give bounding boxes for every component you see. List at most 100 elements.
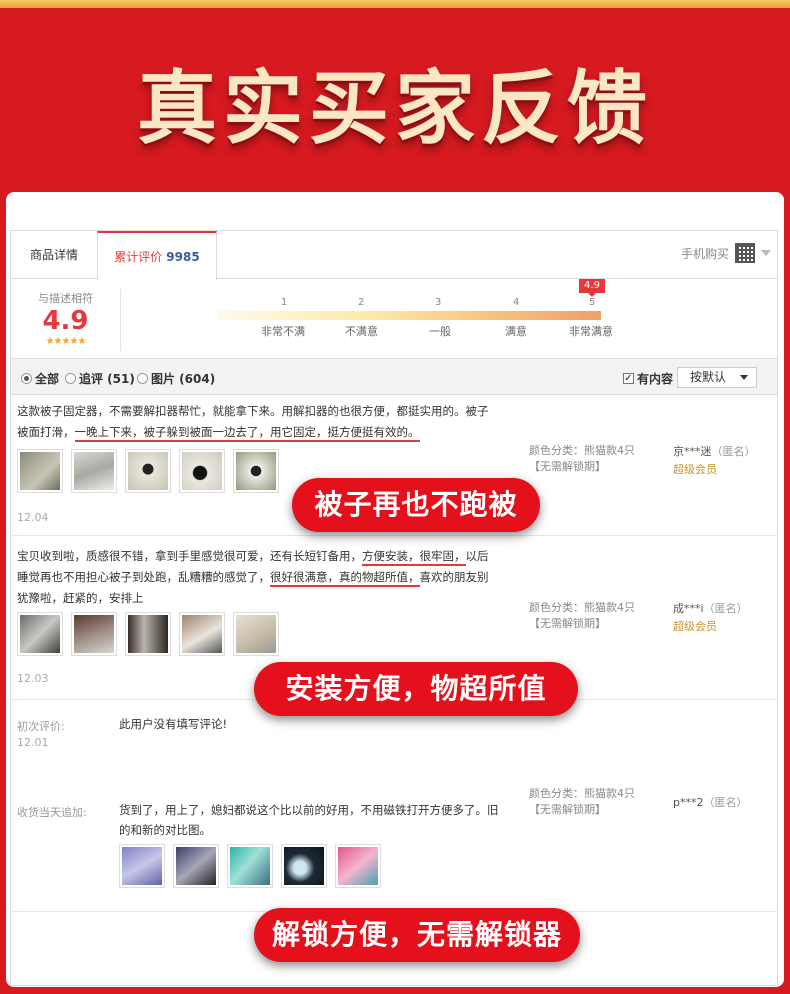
initial-review-text: 此用户没有填写评论! (119, 717, 228, 731)
sku-color: 颜色分类：熊猫款4只 (529, 601, 635, 614)
mobile-buy-link[interactable]: 手机购买 (681, 243, 771, 263)
sku-lock: 【无需解锁期】 (529, 460, 606, 473)
score-marker: 4.9 (579, 279, 605, 297)
reviewer-name: 成***i (673, 602, 704, 615)
followup-text: 货到了，用上了，媳妇都说这个比以前的好用，不用磁铁打开方便多了。旧的和新的对比图… (119, 803, 499, 837)
filter-has-content-label: 有内容 (637, 372, 674, 386)
tab-product-detail[interactable]: 商品详情 (11, 231, 97, 279)
review-sku-meta: 颜色分类：熊猫款4只 【无需解锁期】 (529, 443, 635, 475)
reviewer-info: 京***迷（匿名） 超级会员 (673, 443, 756, 479)
filter-images-label: 图片 (604) (151, 372, 216, 386)
tab-bar: 商品详情 累计评价 9985 手机购买 (11, 231, 777, 280)
rating-caption: 与描述相符 (38, 292, 93, 305)
review-photo-thumb[interactable] (119, 844, 165, 888)
review-item: 初次评价: 此用户没有填写评论! 12.01 收货当天追加: 货到了，用上了，媳… (11, 700, 777, 912)
filter-all-label: 全部 (35, 372, 60, 386)
scale-number-3: 3 (435, 297, 442, 308)
sku-color: 颜色分类：熊猫款4只 (529, 444, 635, 457)
sku-lock: 【无需解锁期】 (529, 803, 606, 816)
rating-scale-bar (217, 311, 601, 320)
review-photo-thumb[interactable] (17, 449, 63, 493)
rating-summary: 与描述相符 4.9 ★★★★★ 4.9 1 2 3 4 5 非常不满 不满意 一… (11, 279, 777, 359)
callout-pill: 被子再也不跑被 (292, 478, 540, 532)
scale-label-2: 不满意 (345, 325, 378, 338)
reviewer-anonymous: （匿名） (711, 445, 756, 458)
reviewer-anonymous: （匿名） (703, 796, 748, 809)
review-photo-thumb[interactable] (233, 449, 279, 493)
review-photo-thumb[interactable] (173, 844, 219, 888)
filter-has-content[interactable]: ✓ 有内容 (623, 370, 673, 387)
scale-label-1: 非常不满 (261, 325, 305, 338)
radio-icon (137, 373, 148, 384)
callout-pill: 解锁方便，无需解锁器 (254, 908, 580, 962)
scale-number-5: 5 (589, 297, 596, 308)
filter-followup[interactable]: 追评 (51) (65, 370, 135, 387)
banner-title: 真实买家反馈 (137, 62, 653, 155)
star-rating-icon: ★★★★★ (45, 336, 87, 347)
reviewer-level: 超级会员 (673, 620, 717, 633)
review-photo-thumb[interactable] (125, 612, 171, 656)
sort-select[interactable]: 按默认 (677, 367, 757, 388)
review-text-part: 宝贝收到啦，质感很不错，拿到手里感觉很可爱，还有长短钉备用， (17, 549, 362, 563)
scale-number-2: 2 (358, 297, 365, 308)
qr-code-icon (735, 243, 755, 263)
reviewer-info: 成***i（匿名） 超级会员 (673, 600, 748, 636)
review-photo-thumb[interactable] (179, 449, 225, 493)
chevron-down-icon (740, 375, 748, 380)
tab-reviews-label: 累计评价 (114, 250, 163, 264)
review-date: 12.03 (17, 672, 49, 685)
review-photo-thumb[interactable] (179, 612, 225, 656)
filter-bar: 全部 追评 (51) 图片 (604) ✓ 有内容 按默认 (11, 359, 777, 395)
review-sku-meta: 颜色分类：熊猫款4只 【无需解锁期】 (529, 786, 635, 818)
followup-label: 收货当天追加: (17, 806, 87, 819)
review-thumbnails (119, 844, 381, 888)
review-photo-thumb[interactable] (233, 612, 279, 656)
review-photo-thumb[interactable] (335, 844, 381, 888)
reviewer-info: p***2（匿名） (673, 794, 747, 812)
scale-label-5: 非常满意 (569, 325, 613, 338)
tab-reviews[interactable]: 累计评价 9985 (97, 231, 217, 280)
sort-select-value: 按默认 (690, 370, 727, 384)
chevron-down-icon (761, 250, 771, 256)
radio-icon (65, 373, 76, 384)
review-date: 12.01 (17, 736, 49, 749)
reviewer-anonymous: （匿名） (703, 602, 748, 615)
sku-lock: 【无需解锁期】 (529, 617, 606, 630)
review-highlight: 方便安装，很牢固， (362, 549, 466, 566)
review-highlight: 很好很满意，真的物超所值， (270, 570, 420, 587)
initial-review-label: 初次评价: (17, 720, 65, 733)
tab-reviews-count: 9985 (166, 250, 200, 264)
scale-number-1: 1 (281, 297, 288, 308)
rating-score: 4.9 (42, 306, 89, 336)
scale-label-3: 一般 (429, 325, 451, 338)
review-photo-thumb[interactable] (227, 844, 273, 888)
checkbox-checked-icon: ✓ (623, 373, 634, 384)
filter-followup-label: 追评 (51) (79, 372, 135, 386)
review-highlight: 一晚上下来，被子躲到被面一边去了，用它固定，挺方便挺有效的。 (74, 425, 420, 442)
review-photo-thumb[interactable] (125, 449, 171, 493)
review-photo-thumb[interactable] (281, 844, 327, 888)
scale-label-4: 满意 (505, 325, 527, 338)
scale-number-4: 4 (513, 297, 520, 308)
review-text: 宝贝收到啦，质感很不错，拿到手里感觉很可爱，还有长短钉备用，方便安装，很牢固，以… (17, 546, 497, 609)
reviewer-level: 超级会员 (673, 463, 717, 476)
rating-score-box: 与描述相符 4.9 ★★★★★ (11, 289, 121, 351)
review-photo-thumb[interactable] (71, 612, 117, 656)
review-sku-meta: 颜色分类：熊猫款4只 【无需解锁期】 (529, 600, 635, 632)
top-stripe (0, 0, 790, 8)
review-thumbnails (17, 612, 279, 656)
review-thumbnails (17, 449, 279, 493)
review-date: 12.04 (17, 511, 49, 524)
mobile-buy-label: 手机购买 (680, 246, 729, 261)
filter-images[interactable]: 图片 (604) (137, 370, 215, 387)
review-text: 这款被子固定器，不需要解扣器帮忙，就能拿下来。用解扣器的也很方便，都挺实用的。被… (17, 401, 497, 443)
review-photo-thumb[interactable] (71, 449, 117, 493)
review-panel: 商品详情 累计评价 9985 手机购买 与描述相符 4.9 ★★★★★ 4.9 1… (6, 192, 784, 987)
filter-all[interactable]: 全部 (21, 370, 59, 387)
review-frame: 商品详情 累计评价 9985 手机购买 与描述相符 4.9 ★★★★★ 4.9 1… (10, 230, 778, 986)
reviewer-name: 京***迷 (673, 445, 712, 458)
radio-icon (21, 373, 32, 384)
reviewer-name: p***2 (673, 796, 704, 809)
review-photo-thumb[interactable] (17, 612, 63, 656)
callout-pill: 安装方便，物超所值 (254, 662, 578, 716)
